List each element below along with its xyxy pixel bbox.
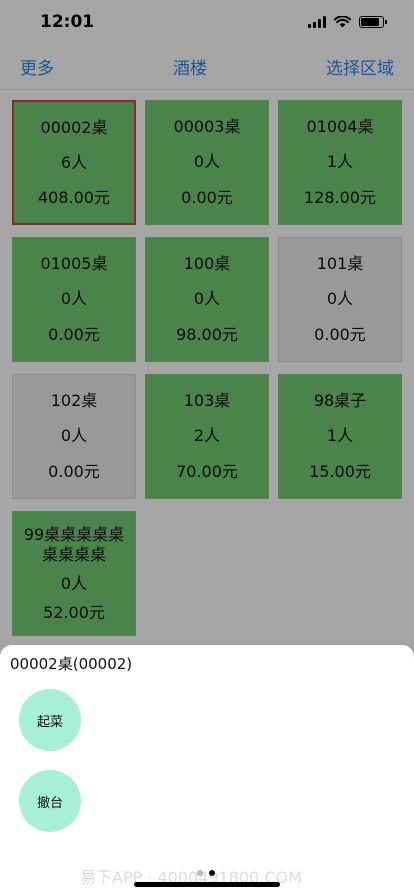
home-indicator bbox=[134, 882, 280, 887]
action-sheet: 00002桌(00002) 起菜 撤台 易下APP · 4000491800.C… bbox=[0, 645, 414, 896]
clear-table-button[interactable]: 撤台 bbox=[19, 770, 81, 832]
page-dot-active bbox=[209, 870, 215, 876]
page-dot bbox=[197, 870, 203, 876]
sheet-title: 00002桌(00002) bbox=[10, 655, 133, 673]
page-indicator bbox=[197, 870, 215, 876]
serve-dishes-button[interactable]: 起菜 bbox=[19, 689, 81, 751]
